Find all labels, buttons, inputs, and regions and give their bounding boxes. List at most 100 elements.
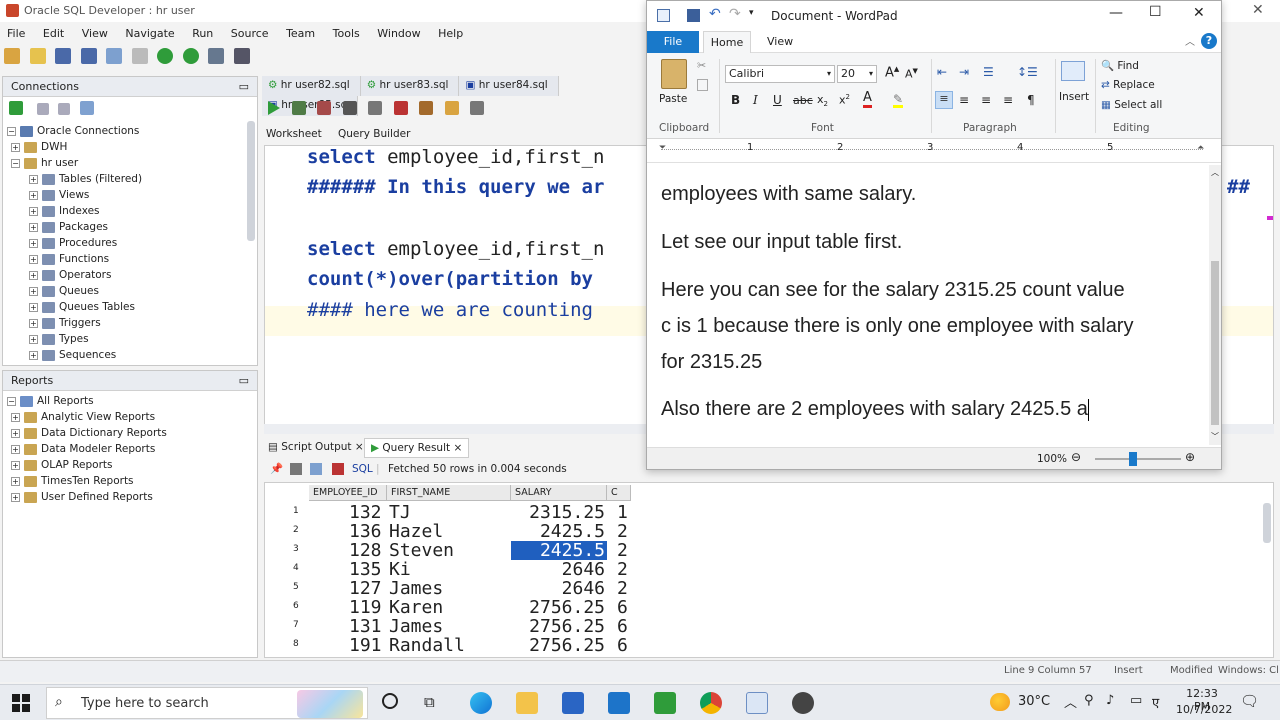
zoom-slider-thumb[interactable] [1129,452,1137,466]
tree-all-reports[interactable]: − All Reports [7,393,94,409]
sql-tuning-icon[interactable] [470,101,484,115]
commit-icon[interactable] [368,101,382,115]
col-header-first-name[interactable]: FIRST_NAME [387,485,511,501]
tree-triggers[interactable]: + Triggers [29,315,101,331]
table-row[interactable]: 7 131 James 2756.25 6 [265,617,665,636]
menu-tools[interactable]: Tools [326,24,367,44]
volume-icon[interactable]: ♪ [1106,693,1114,708]
menu-file[interactable]: File [0,24,32,44]
tree-data-dictionary-reports[interactable]: + Data Dictionary Reports [11,425,167,441]
add-connection-icon[interactable] [9,101,23,115]
task-view-icon[interactable]: ⧉ [424,693,435,711]
document-scrollbar[interactable]: ︿ ﹀ [1209,165,1221,445]
language-icon[interactable]: ए [1152,693,1159,711]
cortana-icon[interactable] [382,693,398,709]
customize-quick-access-icon[interactable]: ▾ [749,8,754,18]
zoom-out-icon[interactable]: ⊖ [1071,450,1081,464]
tab-query-result[interactable]: ▶ Query Result × [364,438,470,458]
insert-button[interactable]: Insert [1059,91,1089,103]
minimize-panel-icon[interactable]: ▭ [239,80,249,93]
select-all-button[interactable]: ▦ Select all [1101,99,1162,111]
wordpad-ruler[interactable]: ⏷ 1 2 3 4 5 ⏶ [647,141,1221,163]
table-row[interactable]: 3 128 Steven 2425.5 2 [265,541,665,560]
line-spacing-icon[interactable]: ↕☰ [1017,65,1038,79]
wordpad-document[interactable]: employees with same salary. Let see our … [647,165,1209,445]
copy-icon[interactable] [697,79,708,91]
tree-indexes[interactable]: + Indexes [29,203,100,219]
replace-button[interactable]: ⇄ Replace [1101,79,1155,91]
tree-queues-tables[interactable]: + Queues Tables [29,299,135,315]
bullets-icon[interactable]: ☰ [983,65,994,79]
run-tool-icon[interactable] [233,48,250,64]
font-color-icon[interactable]: A [863,91,872,108]
col-header-salary[interactable]: SALARY [511,485,607,501]
tab-hr-user83[interactable]: ⚙ hr user83.sql [360,76,460,96]
collapse-ribbon-icon[interactable]: ︿ [1185,33,1195,48]
tree-operators[interactable]: + Operators [29,267,111,283]
refresh-results-icon[interactable] [310,463,322,475]
menu-run[interactable]: Run [185,24,220,44]
table-row[interactable]: 1 132 TJ 2315.25 1 [265,503,665,522]
tree-timesten-reports[interactable]: + TimesTen Reports [11,473,134,489]
filter-icon[interactable] [58,103,70,115]
rollback-icon[interactable] [393,101,408,115]
notifications-icon[interactable]: 🗨 [1240,692,1259,710]
table-row[interactable]: 8 191 Randall 2756.25 6 [265,636,665,655]
table-row[interactable]: 2 136 Hazel 2425.5 2 [265,522,665,541]
connections-scrollbar[interactable] [247,121,255,241]
sql-worksheet-icon[interactable] [208,48,224,64]
tab-view[interactable]: View [767,35,793,48]
col-header-employee-id[interactable]: EMPLOYEE_ID [309,485,387,501]
maximize-icon[interactable]: ☐ [1149,4,1162,20]
clock-date[interactable]: 10/7/2022 [1176,703,1232,716]
underline-icon[interactable]: U [773,93,782,107]
cut-icon[interactable]: ✂ [697,59,706,72]
forward-icon[interactable] [182,48,199,64]
menu-team[interactable]: Team [279,24,322,44]
save-all-icon[interactable] [80,48,97,64]
decrease-indent-icon[interactable]: ⇤ [937,65,947,79]
minimize-reports-icon[interactable]: ▭ [239,374,249,387]
font-size-select[interactable]: 20 ▾ [837,65,877,83]
strikethrough-icon[interactable]: abc [793,94,813,107]
tree-data-modeler-reports[interactable]: + Data Modeler Reports [11,441,155,457]
menu-navigate[interactable]: Navigate [118,24,181,44]
explain-plan-icon[interactable] [342,101,357,115]
menu-view[interactable]: View [75,24,115,44]
find-button[interactable]: 🔍 Find [1101,59,1139,72]
new-file-icon[interactable] [4,48,20,64]
menu-edit[interactable]: Edit [36,24,71,44]
minimize-icon[interactable]: — [1109,5,1123,21]
align-center-icon[interactable]: ≡ [959,93,969,107]
unshared-sql-icon[interactable] [419,101,433,115]
edge-icon[interactable] [470,692,492,714]
paste-button[interactable]: Paste [659,93,687,105]
table-row[interactable]: 4 135 Ki 2646 2 [265,560,665,579]
right-indent-marker[interactable]: ⏶ [1197,143,1204,153]
bold-icon[interactable]: B [731,93,740,107]
tab-hr-user82[interactable]: ⚙ hr user82.sql [262,76,361,96]
paste-icon[interactable] [661,59,687,89]
weather-temp[interactable]: 30°C [1018,694,1050,709]
tree-olap-reports[interactable]: + OLAP Reports [11,457,113,473]
tab-hr-user84[interactable]: ▣ hr user84.sql [459,76,559,96]
cancel-fetch-icon[interactable] [332,463,344,475]
green-app-icon[interactable] [654,692,676,714]
save-icon[interactable] [55,48,71,64]
taskbar-search-box[interactable]: ⌕ Type here to search [46,687,368,719]
tab-home[interactable]: Home [703,31,751,54]
autotrace-icon[interactable] [317,101,331,115]
print-icon[interactable] [290,463,302,475]
help-icon[interactable]: ? [1201,33,1217,49]
file-explorer-icon[interactable] [516,692,538,714]
zoom-slider[interactable] [1095,458,1181,460]
tree-hr-user[interactable]: − hr user [11,155,78,171]
tab-file[interactable]: File [647,31,699,53]
back-icon[interactable] [157,48,173,64]
paragraph-icon[interactable]: ¶ [1027,93,1035,107]
scrollbar-thumb[interactable] [1211,261,1219,425]
tree-tables[interactable]: + Tables (Filtered) [29,171,142,187]
grow-font-icon[interactable]: A▲ [885,65,899,80]
results-grid[interactable]: EMPLOYEE_ID FIRST_NAME SALARY C 1 132 TJ… [264,482,1274,658]
weather-icon[interactable] [990,693,1010,711]
